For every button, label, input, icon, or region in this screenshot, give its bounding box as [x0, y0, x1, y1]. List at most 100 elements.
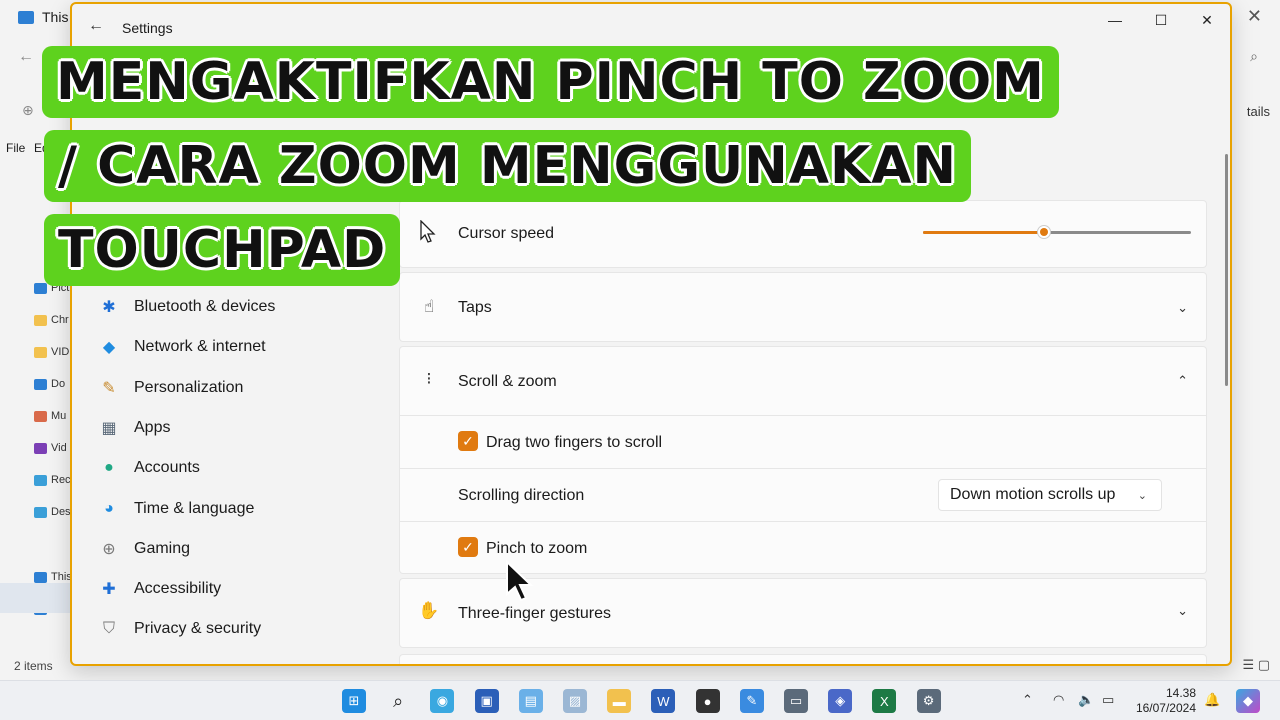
explorer-sidebar-item[interactable]: VID — [34, 346, 69, 358]
nav-item[interactable]: ⊕ Gaming — [98, 531, 388, 567]
search-icon[interactable]: ⌕ — [386, 689, 410, 713]
drag-two-fingers-checkbox[interactable]: ✓ — [458, 431, 478, 451]
wifi-icon: ◆ — [102, 339, 116, 356]
notification-bell-icon[interactable]: 🔔 — [1204, 692, 1220, 708]
explorer-sidebar-item[interactable]: Mu — [34, 410, 66, 422]
nav-item[interactable]: ◆ Network & internet — [98, 329, 388, 365]
clock[interactable]: 14.38 16/07/2024 — [1136, 686, 1196, 716]
chevron-up-icon[interactable]: ⌃ — [1177, 373, 1188, 389]
maximize-button[interactable]: ☐ — [1138, 12, 1184, 29]
photos-icon[interactable]: ▤ — [518, 689, 543, 713]
cursor-speed-card: Cursor speed — [399, 200, 1207, 268]
chevron-down-icon[interactable]: ⌄ — [1177, 300, 1188, 316]
start-icon[interactable]: ⊞ — [342, 689, 366, 713]
explorer-close-icon[interactable]: ✕ — [1247, 6, 1262, 27]
gamepad-icon: ⊕ — [102, 541, 116, 558]
nav-item[interactable]: ✱ Bluetooth & devices — [98, 289, 388, 325]
settings-icon[interactable]: ⚙ — [916, 689, 941, 713]
nav-item[interactable]: ● Accounts — [98, 450, 388, 486]
explorer-sidebar-item[interactable]: Vid — [34, 442, 67, 454]
settings-title: Settings — [122, 20, 173, 36]
clock-time: 14.38 — [1165, 686, 1196, 700]
slider-fill — [923, 231, 1044, 234]
close-button[interactable]: ✕ — [1184, 12, 1230, 29]
wifi-icon[interactable]: ◠ — [1053, 692, 1064, 708]
explorer-sidebar-label: Do — [51, 378, 66, 390]
gallery-icon[interactable]: ▨ — [563, 689, 587, 713]
folder-icon — [34, 346, 47, 358]
hand-icon: ✋ — [418, 601, 440, 620]
nav-item[interactable]: ▦ Apps — [98, 410, 388, 446]
explorer-sidebar-item[interactable]: This — [34, 571, 72, 583]
bluetooth-icon: ✱ — [102, 299, 116, 316]
scrolling-direction-dropdown[interactable]: Down motion scrolls up ⌄ — [938, 479, 1162, 511]
copilot-icon[interactable]: ◆ — [1236, 689, 1260, 713]
folder-icon — [34, 282, 47, 294]
headline-line-3: TOUCHPAD — [44, 214, 401, 286]
menu-file[interactable]: File — [6, 141, 25, 155]
battery-icon[interactable]: ▭ — [1102, 692, 1114, 708]
explorer-new-icon[interactable]: ⊕ — [22, 102, 34, 119]
folder-icon — [34, 314, 47, 326]
brush-icon: ✎ — [102, 380, 116, 397]
explorer-sidebar-label: Chr — [51, 314, 69, 326]
cursor-speed-label: Cursor speed — [458, 225, 555, 242]
media-icon[interactable]: ● — [695, 689, 720, 713]
clock-date: 16/07/2024 — [1135, 701, 1196, 715]
globe-icon: ◕ — [104, 500, 114, 517]
headline-line-1: MENGAKTIFKAN PINCH TO ZOOM — [42, 46, 1059, 118]
explorer-search-icon[interactable]: ⌕ — [1250, 48, 1258, 65]
paint-icon[interactable]: ✎ — [739, 689, 764, 713]
nav-item[interactable]: ◕ Time & language — [98, 491, 388, 527]
explorer-sidebar-item[interactable]: Do — [34, 378, 65, 390]
explorer-details-button[interactable]: tails — [1247, 104, 1270, 119]
settings-titlebar: ← Settings — ☐ ✕ — [72, 4, 1230, 50]
word-icon[interactable]: W — [651, 689, 676, 713]
nav-item-label: Time & language — [134, 500, 255, 517]
nav-item[interactable]: ⛉ Privacy & security — [98, 611, 388, 647]
drag-two-fingers-label: Drag two fingers to scroll — [486, 434, 663, 451]
chevron-up-icon[interactable]: ⌃ — [1022, 692, 1033, 708]
explorer-sidebar-label: Des — [51, 506, 71, 518]
folder-icon — [34, 378, 47, 390]
store-icon[interactable]: ▣ — [474, 689, 499, 713]
explorer-status: 2 items — [14, 659, 53, 673]
scroll-arrows-icon: ⁝ — [426, 369, 432, 388]
teams-icon[interactable]: ◈ — [828, 689, 853, 713]
headline-line-2: / CARA ZOOM MENGGUNAKAN — [44, 130, 972, 202]
slider-thumb[interactable] — [1036, 225, 1051, 239]
explorer-sidebar-item[interactable]: Chr — [34, 314, 69, 326]
explorer-title-text: This — [42, 9, 69, 25]
terminal-icon[interactable]: ▭ — [784, 689, 808, 713]
nav-item-label: Network & internet — [134, 338, 266, 355]
cursor-speed-slider[interactable] — [923, 225, 1191, 239]
next-card — [399, 654, 1207, 664]
scrolling-direction-label: Scrolling direction — [458, 487, 585, 504]
minimize-button[interactable]: — — [1092, 12, 1138, 28]
pinch-to-zoom-checkbox[interactable]: ✓ — [458, 537, 478, 557]
folder-icon[interactable]: ▬ — [607, 689, 632, 713]
pinch-to-zoom-label: Pinch to zoom — [486, 540, 588, 557]
scrolling-direction-value: Down motion scrolls up — [950, 486, 1116, 503]
nav-item[interactable]: ✎ Personalization — [98, 370, 388, 406]
nav-item[interactable]: ✚ Accessibility — [98, 571, 388, 607]
nav-item-label: Accounts — [134, 459, 200, 476]
view-toggle-icon[interactable]: ☰ ▢ — [1242, 657, 1270, 673]
chevron-down-icon[interactable]: ⌄ — [1177, 603, 1188, 619]
folder-icon — [34, 410, 47, 422]
explorer-sidebar-item[interactable]: Rec — [34, 474, 71, 486]
this-pc-icon — [18, 10, 34, 24]
explorer-back-icon[interactable]: ← — [18, 48, 34, 66]
settings-scrollbar[interactable] — [1225, 154, 1228, 386]
scroll-zoom-card[interactable]: ⁝ Scroll & zoom ⌃ — [399, 346, 1207, 416]
nav-item-label: Apps — [134, 419, 171, 436]
excel-icon[interactable]: X — [872, 689, 897, 713]
browser-icon[interactable]: ◉ — [430, 689, 455, 713]
folder-icon — [34, 474, 47, 486]
explorer-title: This — [18, 9, 68, 25]
explorer-sidebar-item[interactable]: Des — [34, 506, 71, 518]
this-pc-highlight — [0, 583, 72, 613]
back-arrow-icon[interactable]: ← — [88, 17, 104, 35]
taps-card[interactable]: ☝ Taps ⌄ — [399, 272, 1207, 342]
volume-icon[interactable]: 🔈 — [1078, 692, 1094, 708]
